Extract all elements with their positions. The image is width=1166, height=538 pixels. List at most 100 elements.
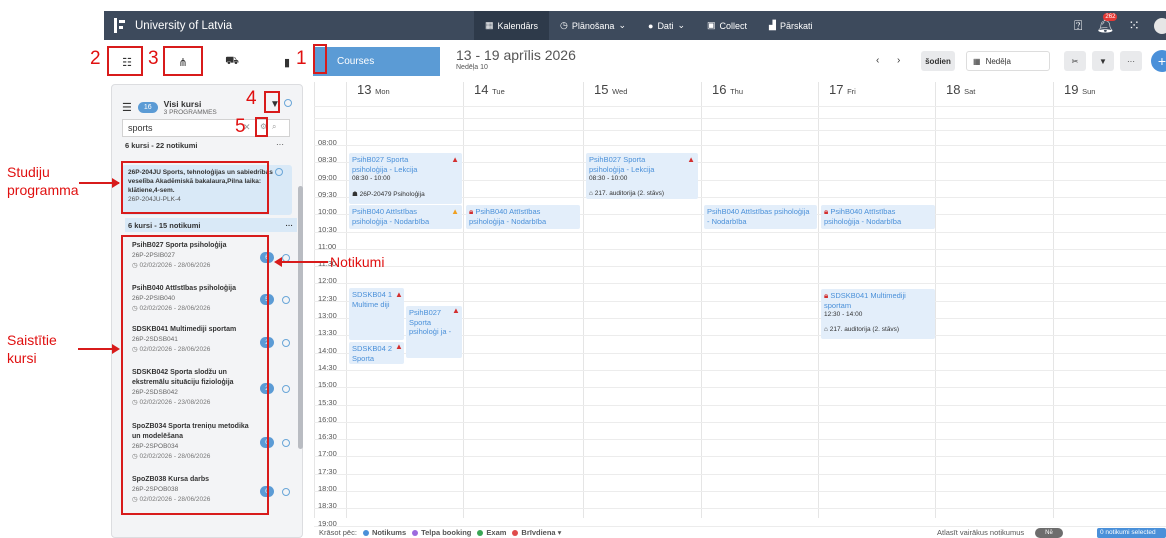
legend-item[interactable]: Exam (477, 528, 506, 537)
time-label: 09:30 (318, 189, 337, 199)
event-card[interactable]: SDSKB04 1 Multime diji ▲ (349, 288, 404, 340)
grid-line (314, 118, 1166, 119)
add-event-button[interactable]: + (1151, 50, 1166, 72)
event-room: ⌂ 217. auditorija (2. stāvs) (589, 189, 665, 197)
sidebar-scrollbar[interactable] (298, 186, 303, 449)
event-room: ⌂ 217. auditorija (2. stāvs) (824, 325, 900, 333)
prev-week-icon[interactable]: ‹ (876, 55, 879, 66)
legend-item[interactable]: Notikums (362, 528, 407, 537)
program-select-icon[interactable] (275, 168, 283, 176)
filter-button[interactable]: ▼ (1092, 51, 1114, 71)
event-title: PsihB027 Sporta psiholoģija - Lekcija (352, 155, 418, 174)
select-all-icon[interactable] (284, 99, 292, 107)
nav-label: Kalendārs (497, 20, 539, 31)
ul-logo-icon (114, 18, 127, 33)
grid-line (314, 106, 1166, 107)
menu-icon[interactable]: ☰ (122, 101, 132, 114)
selected-events-button[interactable]: 0 notikumi selected (1097, 528, 1166, 538)
event-card[interactable]: PsihB027 Sporta psiholoģija - Lekcija ▲ 0… (586, 153, 698, 199)
brand[interactable]: University of Latvia (114, 11, 232, 40)
course-select-icon[interactable] (282, 488, 290, 496)
nav-collect[interactable]: ▣ Collect (696, 11, 758, 40)
next-week-icon[interactable]: › (897, 55, 900, 66)
course-count-badge: 16 (137, 102, 158, 113)
time-label: 15:00 (318, 380, 337, 390)
time-label: 09:00 (318, 172, 337, 182)
top-bar: University of Latvia ▦ Kalendārs ◷ Plānoša… (104, 11, 1166, 40)
view-select[interactable]: ▦ Nedēļa (966, 51, 1050, 71)
legend-item[interactable]: Brīvdiena ▾ (512, 528, 561, 537)
lock-icon: 🔒︎ (824, 207, 829, 216)
day-number: 15 (594, 82, 609, 97)
dot-icon (512, 530, 519, 537)
day-header[interactable]: 14 Tue (474, 82, 505, 106)
event-card[interactable]: PsihB040 Attīstības psiholoģija - Nodarb… (349, 205, 462, 229)
course-select-icon[interactable] (282, 339, 290, 347)
lock-icon: 🔒︎ (824, 291, 829, 300)
nav-parskati[interactable]: ▟ Pārskati (758, 11, 823, 40)
day-header[interactable]: 19 Sun (1064, 82, 1095, 106)
day-name: Fri (847, 87, 856, 96)
day-header[interactable]: 18 Sat (946, 82, 975, 106)
courses-tab[interactable]: ⋮ Courses (313, 47, 440, 76)
tools-button[interactable]: ✂ (1064, 51, 1086, 71)
event-room-label: 217. auditorija (2. stāvs) (829, 325, 900, 333)
grid-line (314, 248, 1166, 250)
week-title: 13 - 19 aprīlis 2026 (456, 47, 576, 63)
day-header[interactable]: 13 Mon (357, 82, 390, 106)
event-card[interactable]: 🔒︎ PsihB040 Attīstības psiholoģija - Nod… (821, 205, 935, 229)
more-icon[interactable]: ··· (276, 140, 284, 149)
course-select-icon[interactable] (282, 439, 290, 447)
day-header[interactable]: 15 Wed (594, 82, 627, 106)
avatar[interactable] (1153, 17, 1166, 34)
event-card[interactable]: 🔒︎ SDSKB041 Multimediji sportam 12:30 - … (821, 289, 935, 339)
tools-icon: ✂ (1071, 56, 1079, 66)
warning-icon: ▲ (395, 290, 403, 299)
event-card[interactable]: PsihB027 Sporta psiholoģija - Lekcija ▲ 0… (349, 153, 462, 204)
location-view-button[interactable]: ⛟ (222, 48, 242, 76)
time-label: 18:30 (318, 501, 337, 511)
event-card[interactable]: 🔒︎ PsihB040 Attīstības psiholoģija - Nod… (466, 205, 580, 229)
multi-select-toggle[interactable]: Nē (1035, 528, 1063, 538)
legend-item[interactable]: Telpa booking (412, 528, 471, 537)
time-label: 08:00 (318, 138, 337, 147)
calendar-icon: ▦ (485, 20, 494, 30)
event-card[interactable]: PsihB027 Sporta psiholoģi ja - ▲ (406, 306, 462, 358)
help-icon[interactable]: ⍰ (1074, 17, 1082, 34)
day-header[interactable]: 16 Thu (712, 82, 743, 106)
course-select-icon[interactable] (282, 385, 290, 393)
event-card[interactable]: SDSKB04 2 Sporta ▲ (349, 342, 404, 364)
warning-icon: ▲ (687, 155, 695, 164)
annotation-number-3: 3 (148, 48, 159, 69)
nav-kalendars[interactable]: ▦ Kalendārs (474, 11, 550, 40)
annotation-box-5 (255, 117, 268, 137)
day-header[interactable]: 17 Fri (829, 82, 856, 106)
time-label: 08:30 (318, 155, 337, 165)
notifications-button[interactable]: 🔔︎ 262 (1096, 13, 1118, 34)
bookmark-button[interactable]: ▮ (280, 48, 294, 76)
annotation-box-1 (313, 44, 327, 74)
apps-grid-icon[interactable]: ⁙ (1128, 17, 1140, 34)
time-label: 16:30 (318, 432, 337, 442)
day-name: Mon (375, 87, 390, 96)
warning-icon: ▲ (452, 306, 460, 315)
panel-title: Visi kursi (163, 99, 202, 109)
nav-planosana[interactable]: ◷ Plānošana ⌄ (549, 11, 637, 40)
grid-line (314, 439, 1166, 441)
annotation-notikumi: Notikumi (330, 254, 385, 270)
nav-label: Dati (657, 20, 674, 31)
legend-item-label: Notikums (371, 528, 407, 537)
event-title: PsihB040 Attīstības psiholoģija - Nodarb… (352, 207, 430, 226)
chart-icon: ▟ (769, 20, 776, 30)
today-button[interactable]: šodien (921, 51, 955, 71)
calendar-icon: ▦ (973, 56, 981, 66)
time-label: 15:30 (318, 397, 337, 407)
course-select-icon[interactable] (282, 296, 290, 304)
courses-tab-label: Courses (337, 56, 375, 67)
event-title: PsihB040 Attīstības psiholoģija - Nodarb… (707, 207, 810, 226)
more-icon[interactable]: ··· (286, 221, 294, 230)
nav-dati[interactable]: ● Dati ⌄ (637, 11, 696, 40)
event-card[interactable]: PsihB040 Attīstības psiholoģija - Nodarb… (704, 205, 817, 229)
search-icon[interactable]: ⌕ (272, 122, 276, 132)
more-button[interactable]: ··· (1120, 51, 1142, 71)
